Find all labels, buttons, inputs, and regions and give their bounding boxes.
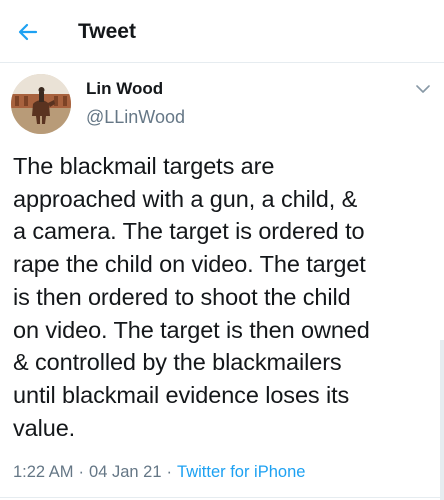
meta-separator: · [78,463,85,481]
arrow-left-icon [18,23,38,41]
back-button[interactable] [14,18,42,46]
divider [0,497,444,498]
page-title: Tweet [78,20,136,43]
top-bar: Tweet [0,0,444,63]
author-name[interactable]: Lin Wood [86,78,163,100]
horse-rider-avatar [11,74,71,134]
tweet-meta: 1:22 AM · 04 Jan 21 · Twitter for iPhone [13,461,305,483]
tweet-text: The blackmail targets are approached wit… [13,153,370,441]
scroll-edge [440,340,444,500]
author-handle[interactable]: @LLinWood [86,105,185,129]
tweet-source-link[interactable]: Twitter for iPhone [177,463,305,481]
tweet-time[interactable]: 1:22 AM [13,463,74,481]
tweet-date[interactable]: 04 Jan 21 [89,463,161,481]
avatar[interactable] [11,74,71,134]
meta-separator: · [166,463,173,481]
chevron-down-icon [416,84,430,93]
tweet-menu-button[interactable] [414,82,432,96]
